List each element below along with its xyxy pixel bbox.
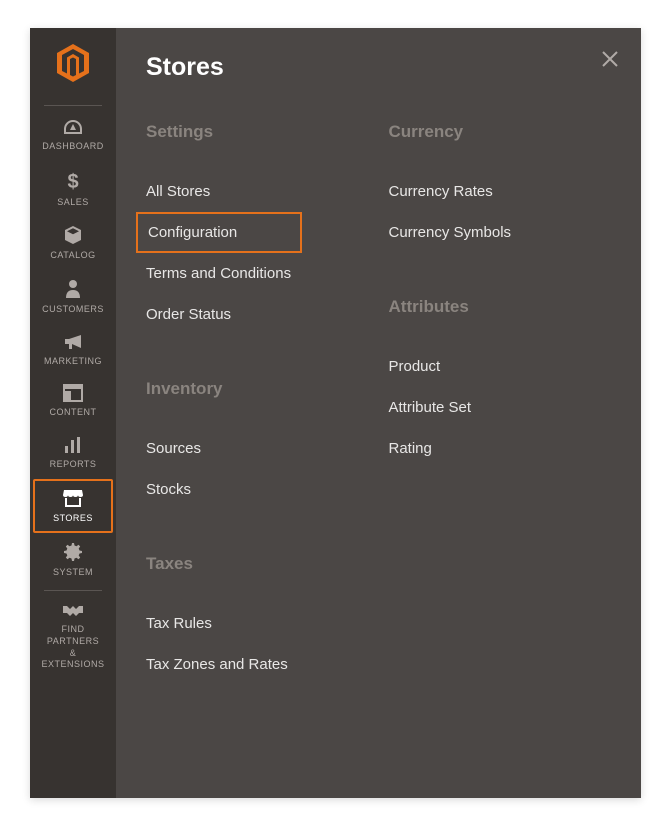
section-inventory: Inventory Sources Stocks <box>146 379 369 510</box>
sidebar-item-label: FIND PARTNERS & EXTENSIONS <box>37 624 109 671</box>
sidebar-divider <box>44 590 102 591</box>
menu-item-sources[interactable]: Sources <box>146 428 369 469</box>
person-icon <box>65 279 81 299</box>
sidebar-item-label: MARKETING <box>44 356 102 368</box>
section-currency: Currency Currency Rates Currency Symbols <box>389 122 612 253</box>
sidebar-item-content[interactable]: CONTENT <box>33 375 113 427</box>
close-button[interactable] <box>601 50 619 73</box>
sidebar-item-stores[interactable]: STORES <box>33 479 113 533</box>
menu-item-order-status[interactable]: Order Status <box>146 294 369 335</box>
menu-item-tax-rules[interactable]: Tax Rules <box>146 603 369 644</box>
stores-flyout: Stores Settings All Stores Configuration… <box>116 28 641 798</box>
section-settings: Settings All Stores Configuration Terms … <box>146 122 369 335</box>
menu-item-attribute-set[interactable]: Attribute Set <box>389 387 612 428</box>
storefront-icon <box>62 488 84 508</box>
sidebar-item-sales[interactable]: $ SALES <box>33 161 113 217</box>
sidebar-item-reports[interactable]: REPORTS <box>33 427 113 479</box>
section-title: Settings <box>146 122 369 142</box>
section-title: Taxes <box>146 554 369 574</box>
dashboard-icon <box>62 118 84 136</box>
section-title: Currency <box>389 122 612 142</box>
menu-item-product[interactable]: Product <box>389 346 612 387</box>
menu-item-configuration[interactable]: Configuration <box>136 212 302 253</box>
menu-item-stocks[interactable]: Stocks <box>146 469 369 510</box>
sidebar-item-partners[interactable]: FIND PARTNERS & EXTENSIONS <box>33 594 113 679</box>
menu-item-all-stores[interactable]: All Stores <box>146 171 369 212</box>
sidebar: DASHBOARD $ SALES CATALOG CUSTOMERS MARK… <box>30 28 116 798</box>
megaphone-icon <box>63 333 83 351</box>
menu-item-tax-zones[interactable]: Tax Zones and Rates <box>146 644 369 685</box>
flyout-title: Stores <box>146 53 611 82</box>
section-title: Inventory <box>146 379 369 399</box>
flyout-left-column: Settings All Stores Configuration Terms … <box>146 122 369 729</box>
content-layout-icon <box>63 384 83 402</box>
box-icon <box>63 225 83 245</box>
sidebar-item-label: REPORTS <box>50 459 97 471</box>
dollar-icon: $ <box>66 170 80 192</box>
sidebar-item-customers[interactable]: CUSTOMERS <box>33 270 113 324</box>
section-title: Attributes <box>389 297 612 317</box>
sidebar-item-label: SALES <box>57 197 89 209</box>
menu-item-currency-rates[interactable]: Currency Rates <box>389 171 612 212</box>
menu-item-terms[interactable]: Terms and Conditions <box>146 253 369 294</box>
section-taxes: Taxes Tax Rules Tax Zones and Rates <box>146 554 369 685</box>
sidebar-item-label: CONTENT <box>50 407 97 419</box>
sidebar-item-label: DASHBOARD <box>42 141 104 153</box>
magento-logo-icon[interactable] <box>55 43 91 88</box>
sidebar-item-dashboard[interactable]: DASHBOARD <box>33 109 113 161</box>
sidebar-divider <box>44 105 102 106</box>
sidebar-item-catalog[interactable]: CATALOG <box>33 216 113 270</box>
menu-item-rating[interactable]: Rating <box>389 428 612 469</box>
sidebar-item-marketing[interactable]: MARKETING <box>33 324 113 376</box>
section-attributes: Attributes Product Attribute Set Rating <box>389 297 612 469</box>
gear-icon <box>63 542 83 562</box>
flyout-columns: Settings All Stores Configuration Terms … <box>146 122 611 729</box>
handshake-icon <box>62 603 84 619</box>
menu-item-currency-symbols[interactable]: Currency Symbols <box>389 212 612 253</box>
sidebar-item-label: CATALOG <box>50 250 95 262</box>
sidebar-item-label: SYSTEM <box>53 567 93 579</box>
sidebar-item-label: STORES <box>53 513 93 525</box>
app-container: DASHBOARD $ SALES CATALOG CUSTOMERS MARK… <box>30 28 641 798</box>
sidebar-item-label: CUSTOMERS <box>42 304 104 316</box>
flyout-right-column: Currency Currency Rates Currency Symbols… <box>389 122 612 729</box>
bar-chart-icon <box>63 436 83 454</box>
svg-text:$: $ <box>67 171 78 192</box>
sidebar-item-system[interactable]: SYSTEM <box>33 533 113 587</box>
